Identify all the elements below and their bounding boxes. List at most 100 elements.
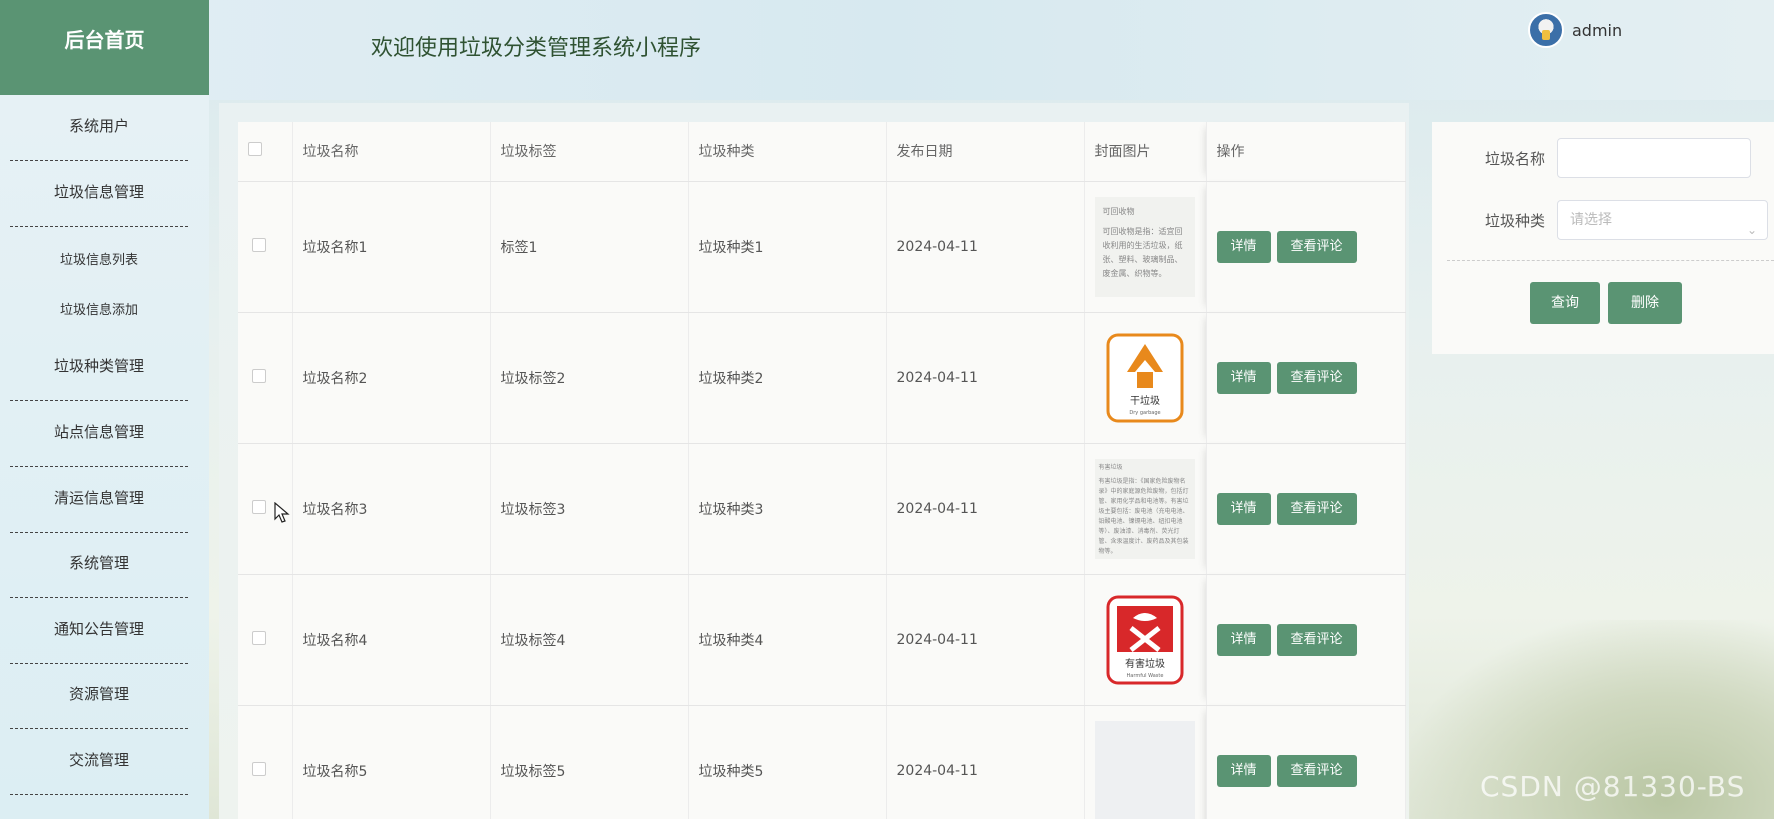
- column-header-actions: 操作: [1206, 122, 1406, 182]
- cell-name: 垃圾名称4: [292, 574, 491, 706]
- detail-button[interactable]: 详情: [1216, 361, 1271, 394]
- view-comments-button[interactable]: 查看评论: [1276, 230, 1357, 263]
- table-row: 垃圾名称2 垃圾标签2 垃圾种类2 2024-04-11 干垃圾 Dry gar…: [238, 312, 1406, 444]
- cell-name: 垃圾名称5: [292, 705, 491, 819]
- view-comments-button[interactable]: 查看评论: [1276, 492, 1357, 525]
- cell-cover: 可回收物 可回收物是指：适宜回收利用的生活垃圾，纸张、塑料、玻璃制品、废金属、织…: [1084, 181, 1207, 313]
- cell-tag: 垃圾标签2: [490, 312, 689, 444]
- cell-date: 2024-04-11: [886, 181, 1085, 313]
- cell-date: 2024-04-11: [886, 443, 1085, 575]
- detail-button[interactable]: 详情: [1216, 754, 1271, 787]
- row-select-cell[interactable]: [238, 574, 293, 706]
- row-checkbox[interactable]: [252, 630, 266, 645]
- cover-image-dry-garbage: 干垃圾 Dry garbage: [1095, 328, 1195, 428]
- kind-filter-placeholder: 请选择: [1570, 212, 1612, 228]
- cell-name: 垃圾名称1: [292, 181, 491, 313]
- sidebar-item-notice[interactable]: 通知公告管理: [10, 598, 188, 664]
- cover-image-harmful-waste: 有害垃圾 Harmful Waste: [1095, 590, 1195, 690]
- mouse-cursor-icon: [274, 502, 290, 523]
- name-filter-label: 垃圾名称: [1485, 150, 1546, 168]
- select-all-checkbox[interactable]: [248, 142, 262, 157]
- cell-tag: 垃圾标签5: [490, 705, 689, 819]
- data-table: 垃圾名称 垃圾标签 垃圾种类 发布日期 封面图片 操作 垃圾名称1 标签1 垃圾…: [238, 122, 1406, 819]
- sidebar-subitem-garbage-list[interactable]: 垃圾信息列表: [10, 236, 188, 286]
- cell-actions: 详情 查看评论: [1206, 181, 1406, 313]
- detail-button[interactable]: 详情: [1216, 230, 1271, 263]
- cover-title: 有害垃圾: [1098, 463, 1123, 471]
- cell-name: 垃圾名称2: [292, 312, 491, 444]
- detail-button[interactable]: 详情: [1216, 492, 1271, 525]
- sidebar-item-station-info[interactable]: 站点信息管理: [10, 401, 188, 467]
- column-header-date: 发布日期: [886, 122, 1085, 182]
- cell-date: 2024-04-11: [886, 574, 1085, 706]
- sidebar-item-system-users[interactable]: 系统用户: [10, 95, 188, 161]
- cell-date: 2024-04-11: [886, 705, 1085, 819]
- view-comments-button[interactable]: 查看评论: [1276, 623, 1357, 656]
- search-panel: 垃圾名称 垃圾种类 请选择 ⌄ 查询 删除: [1432, 122, 1774, 354]
- home-brand[interactable]: 后台首页: [0, 0, 209, 95]
- cell-date: 2024-04-11: [886, 312, 1085, 444]
- sidebar-subitem-garbage-add[interactable]: 垃圾信息添加: [10, 286, 188, 336]
- cell-kind: 垃圾种类5: [688, 705, 887, 819]
- cover-image-empty: [1094, 720, 1195, 819]
- name-filter-input[interactable]: [1557, 138, 1751, 178]
- row-checkbox[interactable]: [252, 499, 266, 514]
- dry-garbage-icon: 干垃圾 Dry garbage: [1106, 333, 1183, 422]
- sidebar-item-garbage-kind[interactable]: 垃圾种类管理: [10, 335, 188, 401]
- kind-filter-label: 垃圾种类: [1485, 212, 1546, 230]
- column-header-cover: 封面图片: [1084, 122, 1207, 182]
- column-header-tag: 垃圾标签: [490, 122, 689, 182]
- user-name[interactable]: admin: [1572, 21, 1622, 40]
- avatar[interactable]: [1528, 12, 1564, 48]
- table-row: 垃圾名称5 垃圾标签5 垃圾种类5 2024-04-11 详情 查看评论: [238, 705, 1406, 819]
- cell-kind: 垃圾种类2: [688, 312, 887, 444]
- row-select-cell[interactable]: [238, 181, 293, 313]
- sidebar-item-resource[interactable]: 资源管理: [10, 663, 188, 729]
- cell-name: 垃圾名称3: [292, 443, 491, 575]
- row-checkbox[interactable]: [252, 368, 266, 383]
- sidebar: 系统用户 垃圾信息管理 垃圾信息列表 垃圾信息添加 垃圾种类管理 站点信息管理 …: [0, 95, 209, 819]
- row-checkbox[interactable]: [252, 237, 266, 252]
- sidebar-item-clearance-info[interactable]: 清运信息管理: [10, 467, 188, 533]
- cell-actions: 详情 查看评论: [1206, 312, 1406, 444]
- row-select-cell[interactable]: [238, 312, 293, 444]
- view-comments-button[interactable]: 查看评论: [1276, 754, 1357, 787]
- select-all-cell[interactable]: [238, 122, 293, 182]
- cell-cover: 有害垃圾 有害垃圾是指：《国家危险废物名录》中的家庭源危险废物，包括灯管、家用化…: [1084, 443, 1207, 575]
- cell-cover: 有害垃圾 Harmful Waste: [1084, 574, 1207, 706]
- sidebar-item-garbage-info[interactable]: 垃圾信息管理: [10, 161, 188, 227]
- search-divider: [1447, 260, 1774, 261]
- detail-button[interactable]: 详情: [1216, 623, 1271, 656]
- sidebar-item-exchange[interactable]: 交流管理: [10, 729, 188, 795]
- user-menu[interactable]: admin: [1528, 12, 1622, 48]
- cover-caption: 有害垃圾: [1125, 657, 1165, 670]
- column-header-kind: 垃圾种类: [688, 122, 887, 182]
- view-comments-button[interactable]: 查看评论: [1276, 361, 1357, 394]
- query-button[interactable]: 查询: [1530, 282, 1600, 324]
- cover-subcaption: Dry garbage: [1129, 410, 1160, 416]
- row-checkbox[interactable]: [252, 761, 266, 776]
- cover-text: 可回收物是指：适宜回收利用的生活垃圾，纸张、塑料、玻璃制品、废金属、织物等。: [1102, 226, 1183, 278]
- cell-kind: 垃圾种类1: [688, 181, 887, 313]
- table-row: 垃圾名称3 垃圾标签3 垃圾种类3 2024-04-11 有害垃圾 有害垃圾是指…: [238, 443, 1406, 575]
- cell-actions: 详情 查看评论: [1206, 705, 1406, 819]
- delete-button[interactable]: 删除: [1608, 282, 1682, 324]
- cover-title: 可回收物: [1102, 206, 1135, 216]
- cover-text: 有害垃圾是指：《国家危险废物名录》中的家庭源危险废物，包括灯管、家用化学品和电池…: [1098, 477, 1189, 555]
- row-select-cell[interactable]: [238, 705, 293, 819]
- cell-kind: 垃圾种类4: [688, 574, 887, 706]
- cover-image-recyclable: 可回收物 可回收物是指：适宜回收利用的生活垃圾，纸张、塑料、玻璃制品、废金属、织…: [1094, 196, 1195, 297]
- sidebar-item-system-manage[interactable]: 系统管理: [10, 532, 188, 598]
- cell-actions: 详情 查看评论: [1206, 574, 1406, 706]
- cover-image-harmful-text: 有害垃圾 有害垃圾是指：《国家危险废物名录》中的家庭源危险废物，包括灯管、家用化…: [1094, 458, 1195, 559]
- table-row: 垃圾名称1 标签1 垃圾种类1 2024-04-11 可回收物 可回收物是指：适…: [238, 181, 1406, 313]
- kind-filter-select[interactable]: 请选择 ⌄: [1557, 200, 1768, 240]
- harmful-waste-icon: 有害垃圾 Harmful Waste: [1106, 595, 1183, 684]
- top-header: 后台首页 欢迎使用垃圾分类管理系统小程序 admin: [0, 0, 1774, 100]
- table-header-row: 垃圾名称 垃圾标签 垃圾种类 发布日期 封面图片 操作: [238, 122, 1406, 182]
- cell-cover: 干垃圾 Dry garbage: [1084, 312, 1207, 444]
- cell-tag: 标签1: [490, 181, 689, 313]
- cell-tag: 垃圾标签4: [490, 574, 689, 706]
- watermark: CSDN @81330-BS: [1480, 770, 1746, 803]
- table-row: 垃圾名称4 垃圾标签4 垃圾种类4 2024-04-11 有害垃圾 Harmfu…: [238, 574, 1406, 706]
